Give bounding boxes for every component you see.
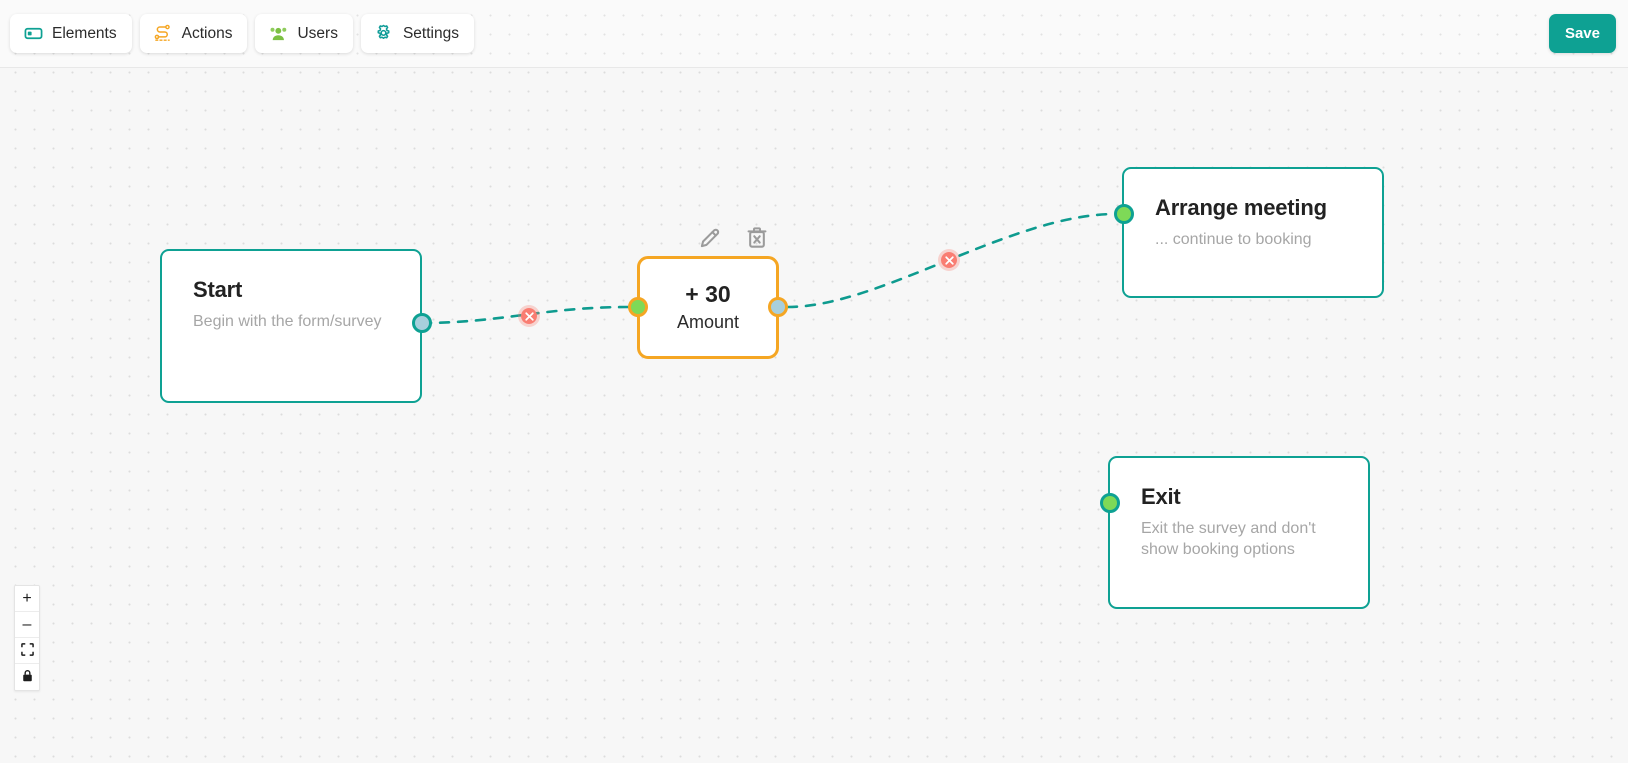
toolbar-button-settings-label: Settings: [402, 24, 459, 42]
actions-flow-icon: [153, 24, 173, 44]
toolbar-button-users[interactable]: Users: [255, 14, 353, 53]
elements-icon: [23, 24, 43, 44]
delete-node-button[interactable]: [744, 225, 770, 251]
toolbar-button-actions-label: Actions: [181, 24, 233, 42]
edit-node-button[interactable]: [697, 225, 723, 251]
pencil-icon: [697, 228, 723, 254]
node-start-description: Begin with the form/survey: [193, 313, 382, 330]
node-exit-title: Exit: [1141, 484, 1181, 509]
toolbar-button-actions[interactable]: Actions: [139, 14, 248, 53]
flow-canvas[interactable]: Start Begin with the form/survey + 30 Am…: [0, 0, 1628, 763]
view-controls: + –: [14, 585, 40, 691]
node-amount-actions: [697, 225, 770, 251]
node-exit-body: Exit Exit the survey and don't show book…: [1110, 458, 1368, 560]
gear-icon: [374, 24, 394, 44]
handle-arrange-meeting-input[interactable]: [1114, 204, 1134, 224]
node-amount-description: Amount: [676, 311, 740, 332]
handle-amount-input[interactable]: [628, 297, 648, 317]
close-x-icon: [524, 311, 534, 321]
node-exit-description: Exit the survey and don't show booking o…: [1141, 520, 1316, 558]
handle-start-output[interactable]: [412, 313, 432, 333]
toolbar-button-group: Elements Actions Users Settings: [10, 14, 474, 53]
lock-icon: [21, 669, 34, 685]
node-start[interactable]: Start Begin with the form/survey: [160, 249, 422, 403]
node-arrange-meeting-description: ... continue to booking: [1155, 231, 1312, 248]
toggle-lock-button[interactable]: [15, 664, 39, 690]
node-arrange-meeting-body: Arrange meeting ... continue to booking: [1124, 169, 1382, 250]
node-arrange-meeting-title: Arrange meeting: [1155, 195, 1327, 220]
save-button[interactable]: Save: [1548, 14, 1616, 53]
handle-exit-input[interactable]: [1100, 493, 1120, 513]
node-exit[interactable]: Exit Exit the survey and don't show book…: [1108, 456, 1370, 609]
toolbar-button-users-label: Users: [297, 24, 338, 42]
node-arrange-meeting[interactable]: Arrange meeting ... continue to booking: [1122, 167, 1384, 298]
flow-builder-app: Elements Actions Users Settings Save Sta…: [0, 0, 1628, 763]
node-amount[interactable]: + 30 Amount: [637, 256, 779, 359]
users-group-icon: [268, 24, 288, 44]
node-start-body: Start Begin with the form/survey: [162, 251, 420, 332]
node-start-title: Start: [193, 277, 243, 302]
handle-amount-output[interactable]: [768, 297, 788, 317]
plus-icon: +: [22, 589, 32, 607]
trash-x-icon: [744, 227, 770, 254]
toolbar-button-settings[interactable]: Settings: [360, 14, 474, 53]
top-toolbar: Elements Actions Users Settings Save: [0, 0, 1628, 68]
edge-delete-button-start-to-amount[interactable]: [518, 305, 540, 327]
zoom-in-button[interactable]: +: [15, 586, 39, 612]
close-x-icon: [944, 255, 954, 265]
node-amount-title: + 30: [685, 281, 731, 308]
minus-icon: –: [22, 615, 32, 633]
fit-view-button[interactable]: [15, 638, 39, 664]
edge-delete-button-amount-to-meeting[interactable]: [938, 249, 960, 271]
toolbar-button-elements-label: Elements: [52, 24, 117, 42]
toolbar-button-elements[interactable]: Elements: [10, 14, 132, 53]
fit-icon: [20, 642, 34, 659]
zoom-out-button[interactable]: –: [15, 612, 39, 638]
